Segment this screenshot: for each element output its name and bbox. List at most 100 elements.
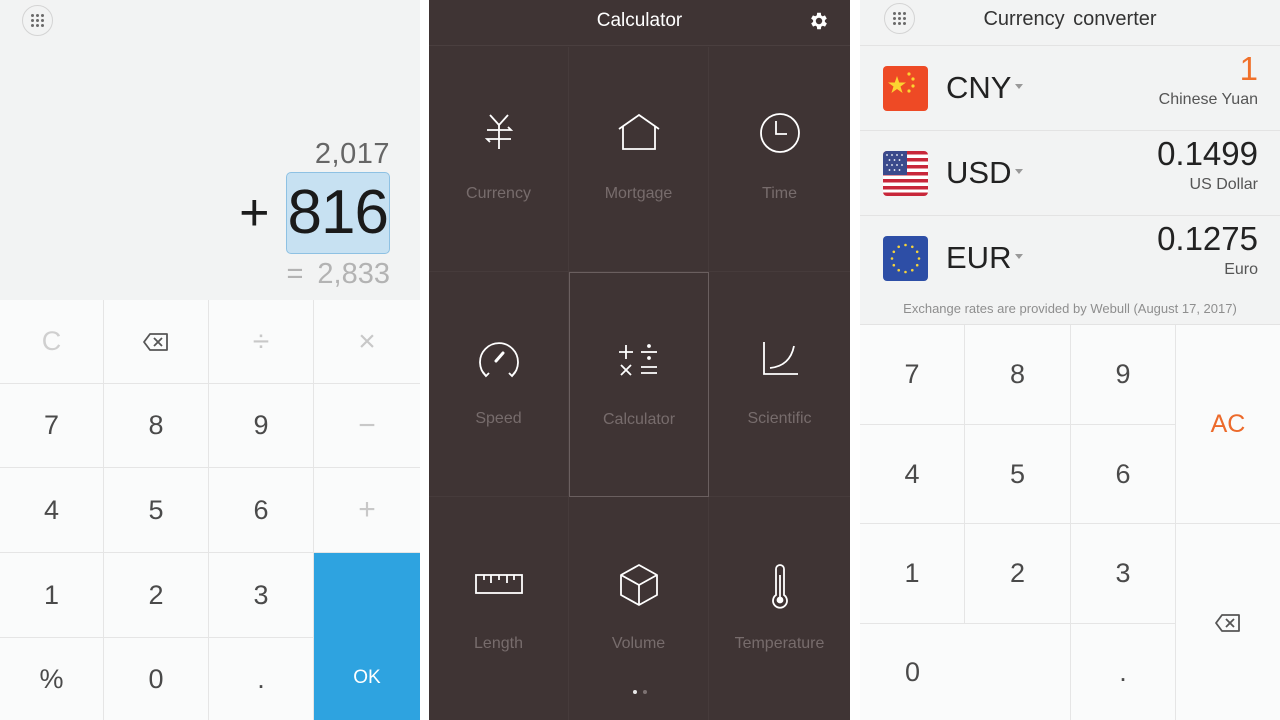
- calculator-keypad: C ÷ × 7 8 9 − 4 5 6 + 1 2 3 OK % 0 .: [0, 300, 420, 720]
- key-2[interactable]: 2: [104, 553, 209, 638]
- plus-button[interactable]: +: [314, 468, 420, 553]
- key-5[interactable]: 5: [965, 425, 1071, 524]
- tile-label: Currency: [466, 185, 531, 202]
- currency-amount[interactable]: 1: [1240, 50, 1258, 88]
- tile-length[interactable]: Length: [429, 497, 569, 720]
- percent-button[interactable]: %: [0, 638, 104, 720]
- tile-mortgage[interactable]: Mortgage: [569, 47, 709, 272]
- calculator-operators-icon: [619, 344, 657, 376]
- currency-code: EUR: [946, 240, 1012, 275]
- currency-amount[interactable]: 0.1275: [1157, 220, 1258, 258]
- tools-header: Calculator: [429, 0, 850, 46]
- current-operator: +: [239, 184, 270, 242]
- tile-label: Speed: [475, 410, 522, 427]
- key-2[interactable]: 2: [965, 524, 1071, 624]
- key-5[interactable]: 5: [104, 468, 209, 553]
- usa-flag-icon: [883, 151, 928, 196]
- tile-label: Temperature: [734, 635, 825, 652]
- previous-value: 2,017: [314, 138, 390, 170]
- gear-icon[interactable]: [808, 10, 830, 32]
- curve-graph-icon: [762, 342, 798, 375]
- tile-scientific[interactable]: Scientific: [709, 272, 850, 497]
- key-9[interactable]: 9: [1071, 325, 1176, 425]
- decimal-button[interactable]: .: [1071, 624, 1176, 720]
- key-7[interactable]: 7: [860, 325, 965, 425]
- key-6[interactable]: 6: [209, 468, 314, 553]
- ruler-icon: [474, 574, 523, 594]
- tile-label: Length: [474, 635, 523, 652]
- key-6[interactable]: 6: [1071, 425, 1176, 524]
- tile-volume[interactable]: Volume: [569, 497, 709, 720]
- currency-code: CNY: [946, 70, 1012, 105]
- tools-grid: Currency Mortgage Time Speed Calculator …: [429, 47, 850, 720]
- tools-menu-panel: Calculator Currency Mortgage Time Speed …: [429, 0, 850, 720]
- key-9[interactable]: 9: [209, 384, 314, 468]
- currency-row-usd[interactable]: USD 0.1499 US Dollar: [860, 130, 1280, 215]
- cube-icon: [619, 564, 658, 606]
- currency-row-eur[interactable]: EUR 0.1275 Euro: [860, 215, 1280, 300]
- page-dot-active[interactable]: [632, 690, 637, 694]
- converter-title: Currency converter: [983, 8, 1157, 30]
- key-4[interactable]: 4: [860, 425, 965, 524]
- current-expression: + 816: [239, 172, 390, 254]
- clear-button[interactable]: C: [0, 300, 104, 384]
- backspace-icon: [1215, 613, 1240, 632]
- backspace-button[interactable]: [1176, 524, 1280, 720]
- tile-time[interactable]: Time: [709, 47, 850, 272]
- key-4[interactable]: 4: [0, 468, 104, 553]
- result-value: 2,833: [317, 258, 390, 290]
- key-1[interactable]: 1: [860, 524, 965, 624]
- currency-amount[interactable]: 0.1499: [1157, 135, 1258, 173]
- currency-exchange-icon: [484, 114, 513, 149]
- tools-title: Calculator: [596, 10, 683, 31]
- key-8[interactable]: 8: [104, 384, 209, 468]
- tile-temperature[interactable]: Temperature: [709, 497, 850, 720]
- backspace-icon: [143, 332, 168, 351]
- currency-row-cny[interactable]: CNY 1 Chinese Yuan: [860, 45, 1280, 130]
- tile-label: Mortgage: [604, 185, 673, 202]
- page-dot[interactable]: [642, 690, 647, 694]
- backspace-button[interactable]: [104, 300, 209, 384]
- exchange-rate-note: Exchange rates are provided by Webull (A…: [903, 301, 1237, 316]
- key-3[interactable]: 3: [209, 553, 314, 638]
- tile-currency[interactable]: Currency: [429, 47, 569, 272]
- tile-label: Time: [762, 185, 797, 202]
- tile-label: Volume: [611, 635, 666, 652]
- tile-label: Scientific: [747, 410, 812, 427]
- minus-button[interactable]: −: [314, 384, 420, 468]
- all-clear-button[interactable]: AC: [1176, 325, 1280, 524]
- key-8[interactable]: 8: [965, 325, 1071, 425]
- speedometer-icon: [478, 342, 519, 378]
- key-7[interactable]: 7: [0, 384, 104, 468]
- clock-icon: [759, 113, 800, 153]
- key-0[interactable]: 0: [104, 638, 209, 720]
- tile-speed[interactable]: Speed: [429, 272, 569, 497]
- tile-label: Calculator: [602, 411, 676, 428]
- dropdown-caret-icon[interactable]: [1015, 84, 1023, 89]
- china-flag-icon: [883, 66, 928, 111]
- decimal-button[interactable]: .: [209, 638, 314, 720]
- current-input[interactable]: 816: [285, 172, 390, 254]
- calculator-panel: 2,017 + 816 = 2,833 C ÷ × 7 8 9 − 4 5 6 +…: [0, 0, 420, 720]
- menu-button[interactable]: [22, 5, 53, 36]
- dropdown-caret-icon[interactable]: [1015, 254, 1023, 259]
- thermometer-icon: [771, 564, 788, 609]
- grid-menu-icon: [31, 14, 44, 27]
- equals-sign: =: [286, 258, 304, 290]
- multiply-button[interactable]: ×: [314, 300, 420, 384]
- result-preview: = 2,833: [286, 258, 390, 291]
- converter-keypad: 7 8 9 AC 4 5 6 1 2 3 0 .: [860, 324, 1280, 720]
- dropdown-caret-icon[interactable]: [1015, 169, 1023, 174]
- currency-name: Chinese Yuan: [1158, 91, 1258, 108]
- currency-converter-panel: Currency converter CNY 1 Chinese Yuan US…: [860, 0, 1280, 720]
- key-0[interactable]: 0: [860, 624, 1071, 720]
- house-icon: [617, 113, 660, 150]
- page-indicator: [429, 690, 850, 694]
- key-1[interactable]: 1: [0, 553, 104, 638]
- key-3[interactable]: 3: [1071, 524, 1176, 624]
- currency-name: US Dollar: [1189, 176, 1258, 193]
- ok-button[interactable]: OK: [314, 553, 420, 720]
- eu-flag-icon: [883, 236, 928, 281]
- divide-button[interactable]: ÷: [209, 300, 314, 384]
- tile-calculator[interactable]: Calculator: [569, 272, 709, 497]
